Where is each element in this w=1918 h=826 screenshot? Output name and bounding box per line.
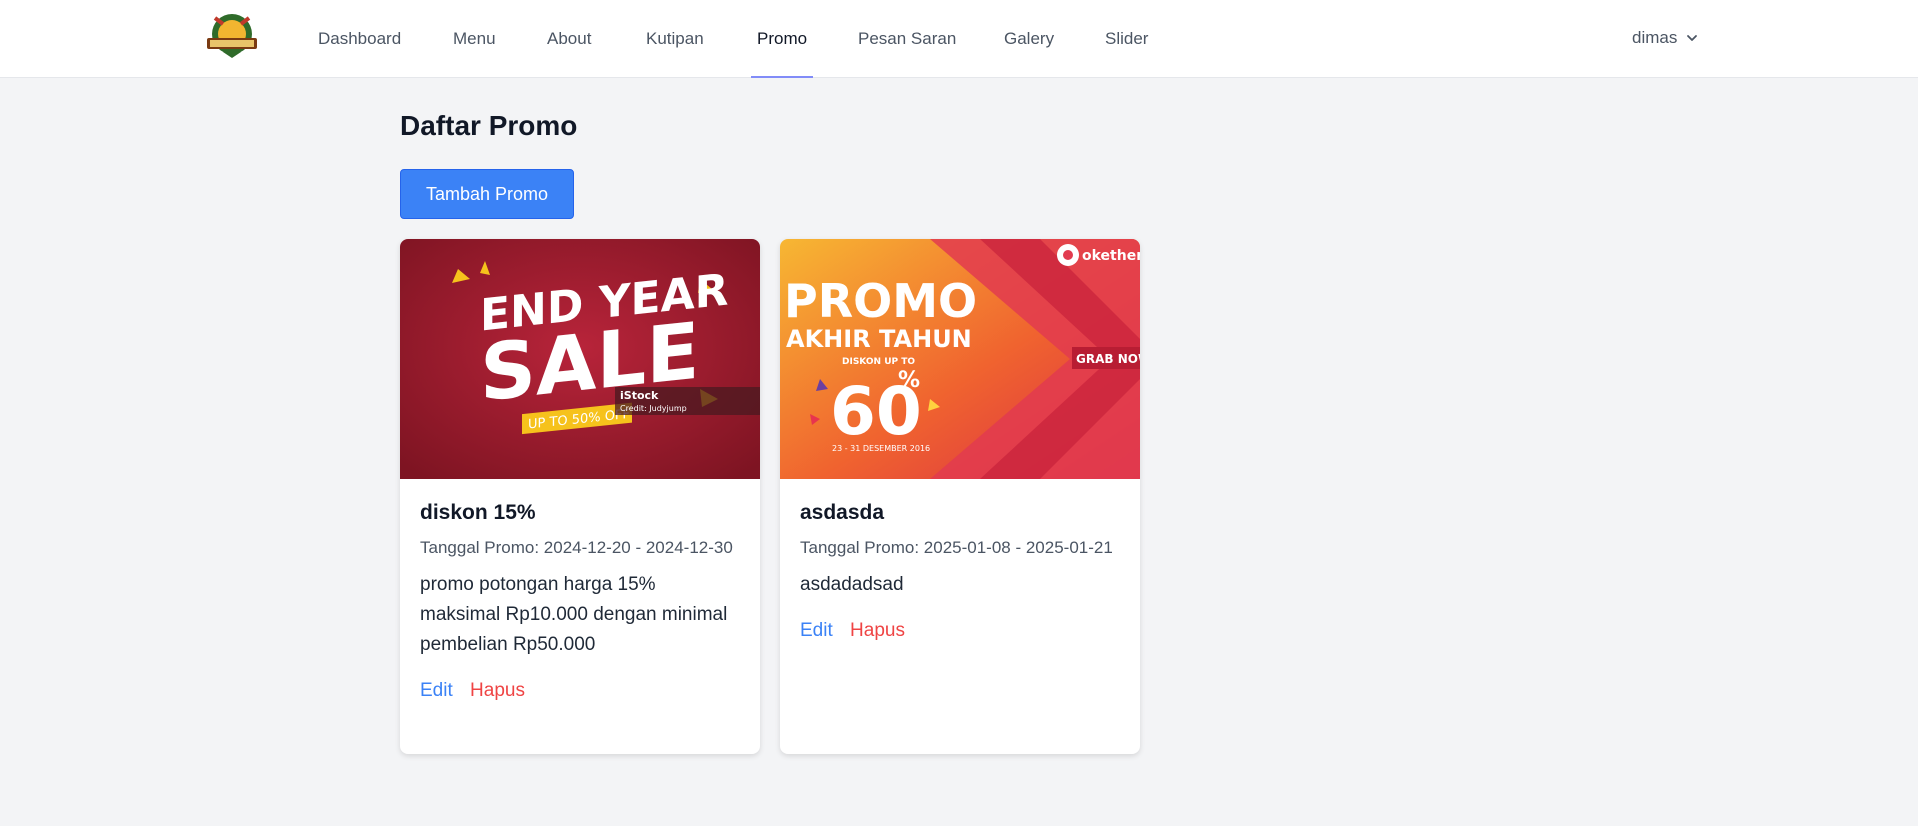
- nav-dashboard[interactable]: Dashboard: [318, 0, 401, 78]
- banner-watermark: iStock: [620, 389, 659, 402]
- nav-about[interactable]: About: [547, 0, 591, 78]
- promo-description: promo potongan harga 15% maksimal Rp10.0…: [420, 574, 728, 655]
- add-promo-button[interactable]: Tambah Promo: [400, 169, 574, 219]
- promo-card: END YEAR SALE UP TO 50% OFF iStock Credi…: [400, 239, 760, 754]
- user-menu-dropdown[interactable]: dimas: [1632, 26, 1699, 50]
- promo-date: Tanggal Promo: 2024-12-20 - 2024-12-30: [420, 538, 733, 557]
- top-navbar: Dashboard Menu About Kutipan Promo Pesan…: [0, 0, 1918, 78]
- nav-promo[interactable]: Promo: [750, 0, 814, 78]
- banner-credit: Credit: Judyjump: [620, 404, 687, 413]
- banner-dates: 23 - 31 DESEMBER 2016: [832, 444, 930, 453]
- nav-galery[interactable]: Galery: [1004, 0, 1054, 78]
- banner-cta: GRAB NOW: [1076, 352, 1140, 366]
- nav-slider[interactable]: Slider: [1105, 0, 1148, 78]
- delete-link[interactable]: Hapus: [850, 620, 905, 641]
- banner-line1: PROMO: [784, 274, 977, 328]
- page-title: Daftar Promo: [400, 110, 578, 141]
- nav-pesan-saran[interactable]: Pesan Saran: [858, 0, 956, 78]
- delete-link[interactable]: Hapus: [470, 680, 525, 701]
- banner-line2: AKHIR TAHUN: [786, 325, 972, 353]
- promo-title: asdasda: [800, 501, 885, 524]
- promo-banner-image: END YEAR SALE UP TO 50% OFF iStock Credi…: [400, 239, 760, 479]
- nav-menu[interactable]: Menu: [453, 0, 496, 78]
- chevron-down-icon: [1687, 35, 1698, 41]
- promo-banner-image: okethem GRAB NOW PROMO AKHIR TAHUN DISKO…: [780, 239, 1140, 479]
- banner-discount-label: DISKON UP TO: [842, 357, 915, 367]
- nav-kutipan[interactable]: Kutipan: [646, 0, 704, 78]
- promo-title: diskon 15%: [420, 501, 536, 524]
- banner-brand: okethem: [1082, 248, 1140, 264]
- promo-description: asdadadsad: [800, 574, 904, 595]
- user-name: dimas: [1632, 28, 1678, 47]
- promo-card: okethem GRAB NOW PROMO AKHIR TAHUN DISKO…: [780, 239, 1140, 754]
- banner-percent: %: [898, 368, 920, 393]
- edit-link[interactable]: Edit: [420, 680, 453, 701]
- app-logo[interactable]: [203, 10, 261, 60]
- edit-link[interactable]: Edit: [800, 620, 833, 641]
- promo-date: Tanggal Promo: 2025-01-08 - 2025-01-21: [800, 538, 1113, 557]
